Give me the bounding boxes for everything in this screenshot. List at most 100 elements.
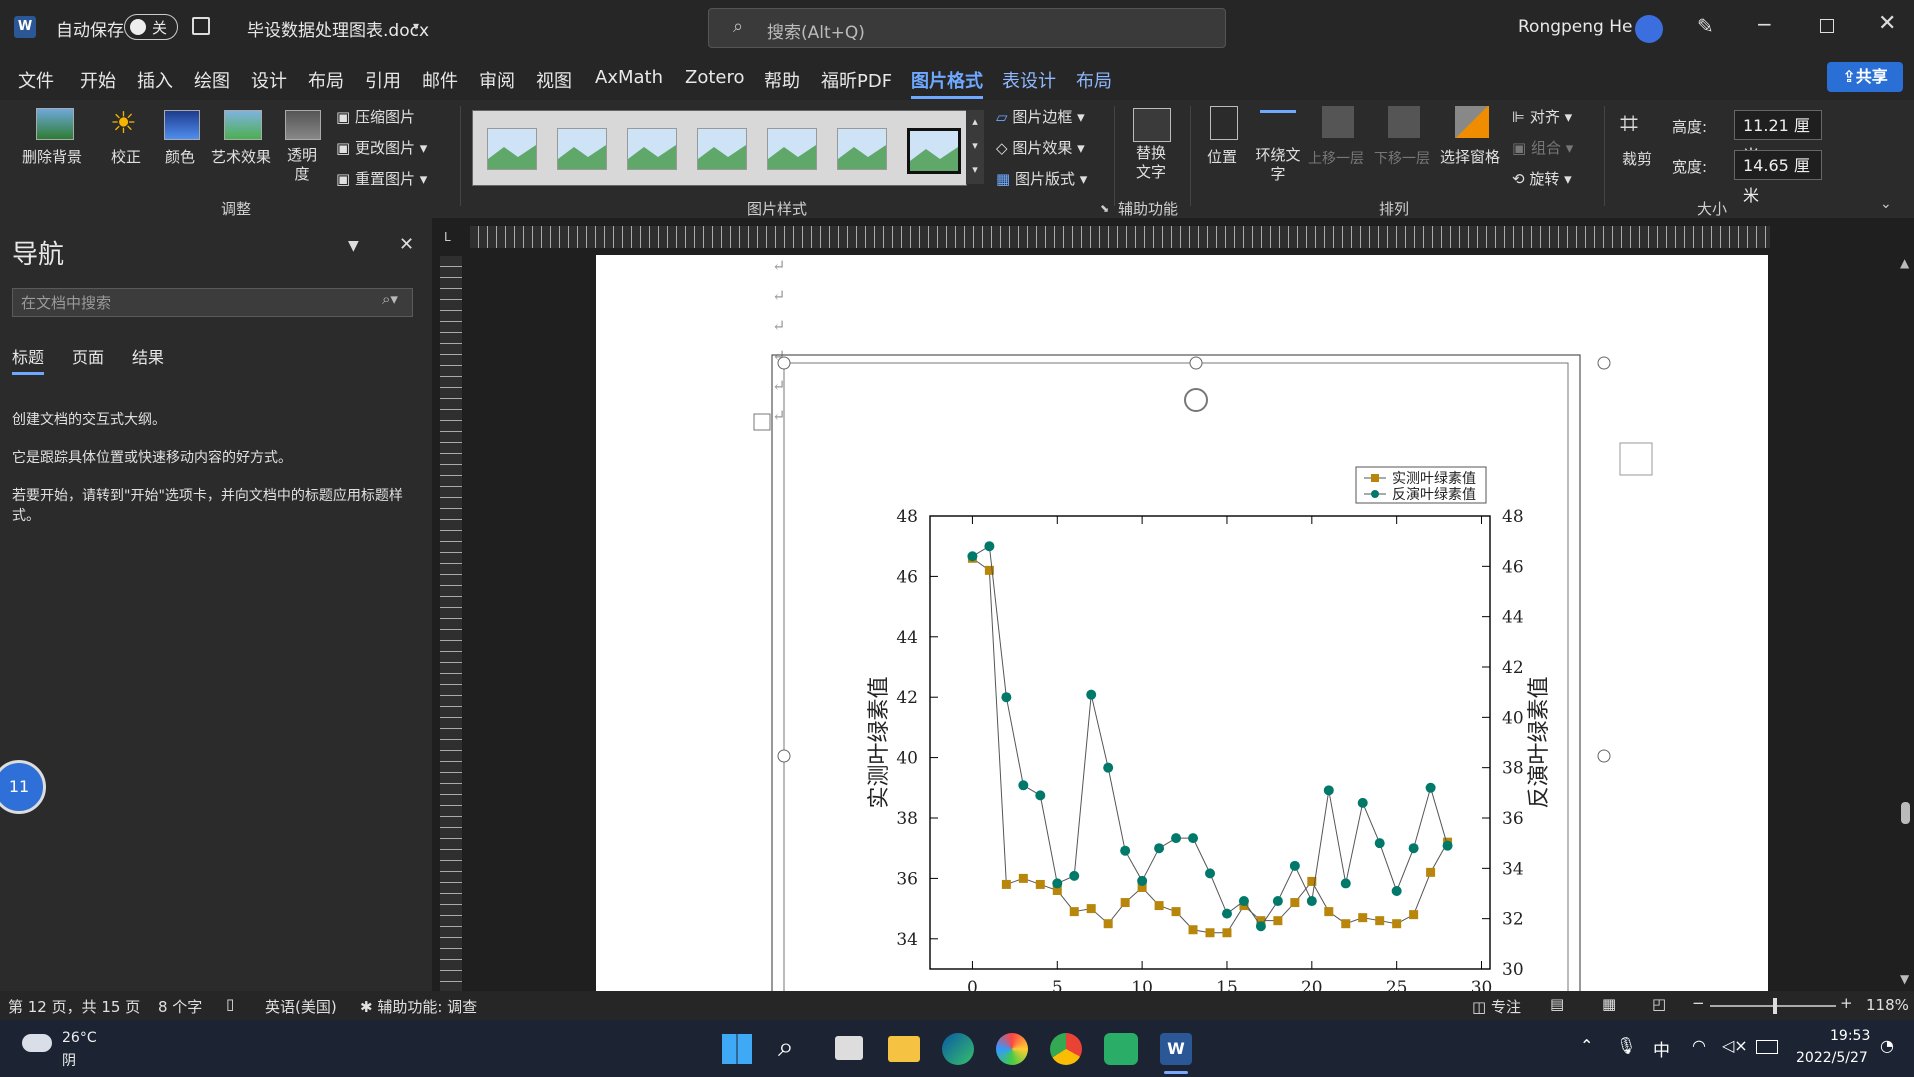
picture-effects-button[interactable]: ◇ 图片效果 ▾ <box>996 137 1085 158</box>
transparency-button[interactable]: 透明度 <box>284 146 320 184</box>
position-icon[interactable] <box>1210 106 1238 140</box>
artistic-effects-button[interactable]: 艺术效果 <box>211 146 271 167</box>
nav-tab-results[interactable]: 结果 <box>132 344 164 368</box>
battery-icon[interactable] <box>1756 1040 1778 1054</box>
remove-background-icon[interactable] <box>36 108 74 140</box>
zoom-slider[interactable] <box>1710 998 1836 1014</box>
scroll-down-icon[interactable]: ▼ <box>1900 972 1909 986</box>
zoom-slider-thumb[interactable] <box>1773 998 1777 1014</box>
document-page[interactable]: ↵ ↵ ↵ ↵ ↵ ↵ 34 36 38 40 42 44 46 48 30 32 34 36 38 40… <box>596 255 1768 991</box>
wifi-icon[interactable]: ◠ <box>1692 1036 1706 1055</box>
style-thumb[interactable] <box>907 128 961 174</box>
nav-tab-headings[interactable]: 标题 <box>12 344 45 375</box>
picture-layout-button[interactable]: ▦ 图片版式 ▾ <box>996 168 1087 189</box>
style-thumb[interactable] <box>627 128 677 170</box>
print-layout-icon[interactable]: ▦ <box>1602 995 1616 1013</box>
read-mode-icon[interactable]: ▤ <box>1550 995 1564 1013</box>
menu-item[interactable]: 邮件 <box>422 67 458 93</box>
mic-icon[interactable]: 🎙 <box>1616 1036 1636 1055</box>
minimize-icon[interactable]: − <box>1756 12 1773 36</box>
menu-item[interactable]: 开始 <box>80 67 116 93</box>
position-button[interactable]: 位置 <box>1207 146 1237 167</box>
start-icon[interactable] <box>722 1034 752 1064</box>
menu-item[interactable]: 福昕PDF <box>821 67 892 93</box>
chrome-icon[interactable] <box>1050 1033 1082 1065</box>
bring-forward-button[interactable]: 上移一层 <box>1308 148 1364 168</box>
crop-button[interactable]: 裁剪 <box>1622 148 1652 169</box>
scroll-up-icon[interactable]: ▲ <box>1900 256 1909 270</box>
user-name[interactable]: Rongpeng He <box>1518 17 1632 37</box>
tray-chevron-icon[interactable]: ⌃ <box>1580 1036 1593 1055</box>
vertical-ruler[interactable] <box>440 256 462 991</box>
rotate-button[interactable]: ⟲ 旋转 ▾ <box>1512 168 1572 189</box>
menu-item[interactable]: 绘图 <box>194 67 230 93</box>
accessibility-status[interactable]: ✱ 辅助功能: 调查 <box>360 996 477 1017</box>
proofing-icon[interactable]: ▯ <box>226 995 234 1013</box>
change-picture-button[interactable]: ▣ 更改图片 ▾ <box>336 137 427 158</box>
share-button[interactable]: ⇪共享 <box>1827 62 1903 92</box>
scroll-thumb[interactable] <box>1901 802 1910 824</box>
tab-table-layout[interactable]: 布局 <box>1076 67 1112 93</box>
menu-item[interactable]: 审阅 <box>479 67 515 93</box>
word-logo-icon[interactable]: W <box>14 16 36 38</box>
clock-time[interactable]: 19:53 <box>1830 1028 1870 1044</box>
wrap-text-button[interactable]: 环绕文字 <box>1254 146 1302 184</box>
menu-item[interactable]: AxMath <box>595 67 663 88</box>
clock-date[interactable]: 2022/5/27 <box>1796 1050 1868 1066</box>
picture-styles-gallery[interactable] <box>472 110 967 186</box>
tab-table-design[interactable]: 表设计 <box>1002 67 1056 93</box>
edge-icon[interactable] <box>942 1033 974 1065</box>
file-explorer-icon[interactable] <box>888 1036 920 1062</box>
nav-close-icon[interactable]: ✕ <box>399 234 414 255</box>
width-input[interactable]: 14.65 厘米 <box>1734 150 1822 205</box>
chevron-down-icon[interactable]: ▾ <box>413 19 419 33</box>
style-thumb[interactable] <box>697 128 747 170</box>
colorful-app-icon[interactable] <box>996 1033 1028 1065</box>
word-count[interactable]: 8 个字 <box>158 996 202 1017</box>
alt-text-button[interactable]: 替换文字 <box>1134 144 1168 182</box>
artistic-effects-icon[interactable] <box>224 110 262 140</box>
volume-icon[interactable]: ◁× <box>1722 1036 1748 1055</box>
crop-icon[interactable]: ⌗ <box>1620 104 1638 143</box>
selection-pane-button[interactable]: 选择窗格 <box>1440 146 1500 167</box>
remove-background-button[interactable]: 删除背景 <box>22 146 82 167</box>
transparency-icon[interactable] <box>285 110 321 140</box>
nav-options-icon[interactable]: ▼ <box>348 238 359 254</box>
alt-text-icon[interactable] <box>1133 108 1171 142</box>
web-layout-icon[interactable]: ◰ <box>1652 995 1666 1013</box>
search-icon[interactable]: ⌕▾ <box>382 290 398 308</box>
picture-border-button[interactable]: ▱ 图片边框 ▾ <box>996 106 1085 127</box>
menu-item[interactable]: 布局 <box>308 67 344 93</box>
document-name[interactable]: 毕设数据处理图表.docx <box>247 16 429 41</box>
menu-item[interactable]: Zotero <box>685 67 745 88</box>
nav-search-input[interactable]: 在文档中搜索 <box>12 288 413 317</box>
zoom-out-icon[interactable]: − <box>1692 994 1705 1012</box>
focus-button[interactable]: ◫ 专注 <box>1472 996 1521 1017</box>
send-backward-button[interactable]: 下移一层 <box>1374 148 1430 168</box>
nav-tab-pages[interactable]: 页面 <box>72 344 104 368</box>
wrap-text-icon[interactable] <box>1260 110 1296 141</box>
style-thumb[interactable] <box>767 128 817 170</box>
menu-item[interactable]: 视图 <box>536 67 572 93</box>
weather-icon[interactable] <box>22 1034 52 1052</box>
style-thumb[interactable] <box>837 128 887 170</box>
notification-icon[interactable]: ◔ <box>1880 1036 1894 1055</box>
corrections-icon[interactable]: ☀ <box>110 106 137 141</box>
autosave-toggle[interactable]: 关 <box>124 14 178 40</box>
word-taskbar-icon[interactable]: W <box>1160 1033 1192 1065</box>
save-icon[interactable] <box>192 17 210 35</box>
menu-item[interactable]: 设计 <box>251 67 287 93</box>
menu-item[interactable]: 帮助 <box>764 67 800 93</box>
ime-indicator[interactable]: 中 <box>1653 1036 1670 1061</box>
wechat-icon[interactable] <box>1104 1033 1138 1065</box>
style-thumb[interactable] <box>487 128 537 170</box>
color-icon[interactable] <box>164 110 200 140</box>
tab-picture-format[interactable]: 图片格式 <box>911 67 983 99</box>
zoom-level[interactable]: 118% <box>1866 996 1909 1014</box>
group-button[interactable]: ▣ 组合 ▾ <box>1512 137 1573 158</box>
vertical-scrollbar[interactable]: ▲ ▼ <box>1898 256 1914 991</box>
corrections-button[interactable]: 校正 <box>111 146 141 167</box>
language[interactable]: 英语(美国) <box>265 996 337 1017</box>
collapse-ribbon-icon[interactable]: ⌄ <box>1880 196 1892 212</box>
selection-pane-icon[interactable] <box>1455 106 1489 138</box>
